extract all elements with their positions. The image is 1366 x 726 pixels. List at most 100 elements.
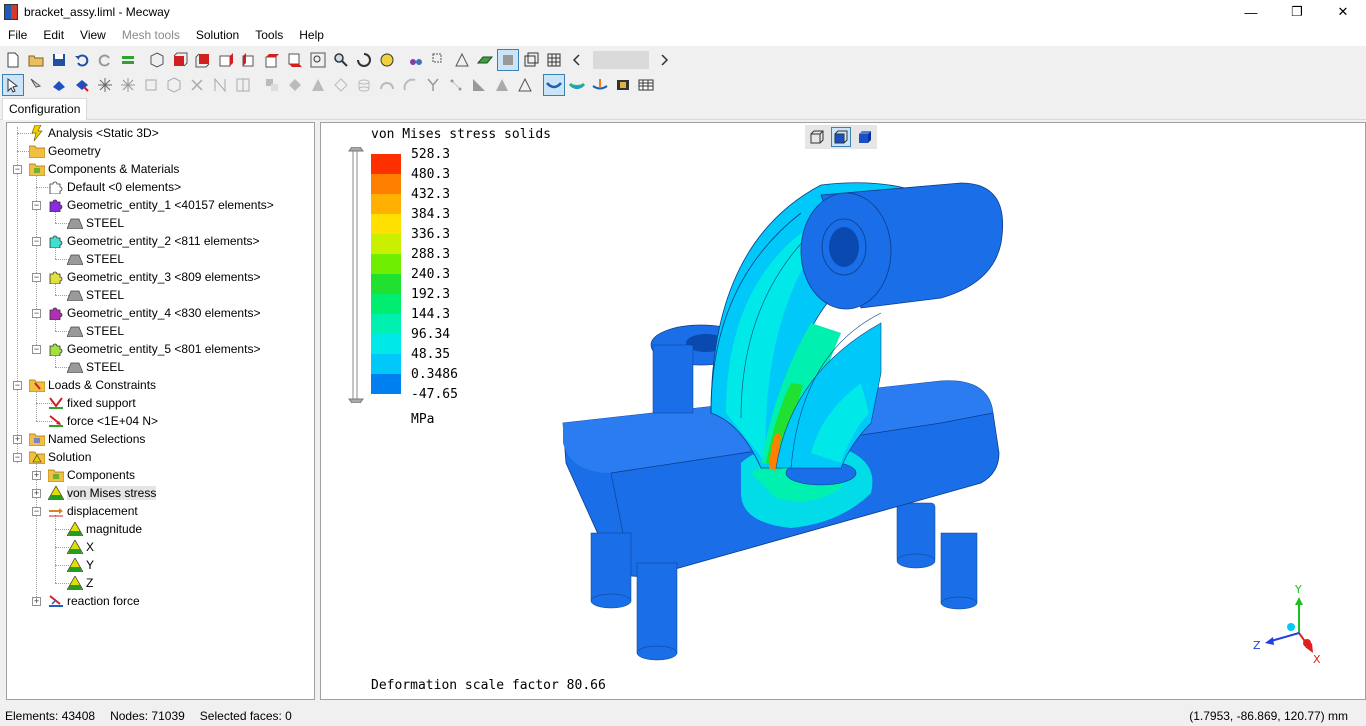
expander-named-selections[interactable]: + xyxy=(13,435,22,444)
menu-file[interactable]: File xyxy=(0,24,35,46)
box-icon[interactable] xyxy=(140,74,162,96)
rotate-icon[interactable] xyxy=(353,49,375,71)
tree-y[interactable]: Y xyxy=(67,556,94,574)
edges-icon[interactable] xyxy=(451,49,473,71)
scroll-left-icon[interactable] xyxy=(566,49,588,71)
menu-mesh-tools[interactable]: Mesh tools xyxy=(114,24,188,46)
split-icon[interactable] xyxy=(209,74,231,96)
bracket-model[interactable]: Y X Z xyxy=(321,123,1365,699)
tree-entity-3-material[interactable]: STEEL xyxy=(67,286,124,304)
undo-icon[interactable] xyxy=(71,49,93,71)
view-back-icon[interactable] xyxy=(192,49,214,71)
menu-help[interactable]: Help xyxy=(291,24,332,46)
tab-configuration[interactable]: Configuration xyxy=(2,98,88,120)
new-file-icon[interactable] xyxy=(2,49,24,71)
tree-default[interactable]: Default <0 elements> xyxy=(48,178,181,196)
select-nodes-icon[interactable] xyxy=(25,74,47,96)
tree-force[interactable]: force <1E+04 N> xyxy=(48,412,158,430)
tree-entity-4[interactable]: Geometric_entity_4 <830 elements> xyxy=(48,304,260,322)
expander-entity-3[interactable]: − xyxy=(32,273,41,282)
expander-solution-components[interactable]: + xyxy=(32,471,41,480)
tree-fixed-support[interactable]: fixed support xyxy=(48,394,136,412)
scroll-right-icon[interactable] xyxy=(653,49,675,71)
film-icon[interactable] xyxy=(612,74,634,96)
expander-displacement[interactable]: − xyxy=(32,507,41,516)
close-button[interactable]: ✕ xyxy=(1320,0,1366,24)
tree-entity-2[interactable]: Geometric_entity_2 <811 elements> xyxy=(48,232,260,250)
tree-entity-1-material[interactable]: STEEL xyxy=(67,214,124,232)
tree-analysis[interactable]: Analysis <Static 3D> xyxy=(29,124,159,142)
tree-solution[interactable]: Solution xyxy=(29,448,91,466)
expander-entity-4[interactable]: − xyxy=(32,309,41,318)
maximize-button[interactable]: ❐ xyxy=(1274,0,1320,24)
select-arrow-icon[interactable] xyxy=(2,74,24,96)
result-contour-icon[interactable] xyxy=(566,74,588,96)
pan-icon[interactable] xyxy=(376,49,398,71)
explode-icon[interactable] xyxy=(94,74,116,96)
zoom-icon[interactable] xyxy=(330,49,352,71)
mesh-tool-11-icon[interactable] xyxy=(491,74,513,96)
mesh-tool-5-icon[interactable] xyxy=(353,74,375,96)
display-options-icon[interactable] xyxy=(428,49,450,71)
tree-entity-2-material[interactable]: STEEL xyxy=(67,250,124,268)
tree-entity-1[interactable]: Geometric_entity_1 <40157 elements> xyxy=(48,196,274,214)
tree-von-mises[interactable]: von Mises stress xyxy=(48,484,157,502)
minimize-button[interactable]: — xyxy=(1228,0,1274,24)
expander-entity-1[interactable]: − xyxy=(32,201,41,210)
tree-entity-3[interactable]: Geometric_entity_3 <809 elements> xyxy=(48,268,260,286)
expander-von-mises[interactable]: + xyxy=(32,489,41,498)
expander-solution[interactable]: − xyxy=(13,453,22,462)
view-front-icon[interactable] xyxy=(169,49,191,71)
surface-icon[interactable] xyxy=(474,49,496,71)
select-elements-icon[interactable] xyxy=(71,74,93,96)
delete-icon[interactable] xyxy=(186,74,208,96)
select-faces-icon[interactable] xyxy=(48,74,70,96)
menu-tools[interactable]: Tools xyxy=(247,24,291,46)
menu-edit[interactable]: Edit xyxy=(35,24,72,46)
mesh-tool-4-icon[interactable] xyxy=(330,74,352,96)
wireframe-icon[interactable] xyxy=(520,49,542,71)
select-mode-icon[interactable] xyxy=(405,49,427,71)
solve-icon[interactable] xyxy=(117,49,139,71)
result-animate-icon[interactable] xyxy=(589,74,611,96)
expander-entity-5[interactable]: − xyxy=(32,345,41,354)
tree-components-materials[interactable]: Components & Materials xyxy=(29,160,179,178)
model-viewport[interactable]: von Mises stress solids 528.3 480.3 432.… xyxy=(320,122,1366,700)
tree-loads-constraints[interactable]: Loads & Constraints xyxy=(29,376,156,394)
refine-icon[interactable] xyxy=(117,74,139,96)
tree-entity-5-material[interactable]: STEEL xyxy=(67,358,124,376)
mesh-tool-12-icon[interactable] xyxy=(514,74,536,96)
mesh-tool-9-icon[interactable] xyxy=(445,74,467,96)
zoom-fit-icon[interactable] xyxy=(307,49,329,71)
merge-icon[interactable] xyxy=(232,74,254,96)
mesh-tool-1-icon[interactable] xyxy=(261,74,283,96)
mesh-view-icon[interactable] xyxy=(543,49,565,71)
tree-reaction-force[interactable]: reaction force xyxy=(48,592,140,610)
menu-solution[interactable]: Solution xyxy=(188,24,247,46)
tree-named-selections[interactable]: Named Selections xyxy=(29,430,145,448)
expander-loads[interactable]: − xyxy=(13,381,22,390)
tree-displacement[interactable]: displacement xyxy=(48,502,138,520)
toolbar-scroll[interactable] xyxy=(593,51,649,69)
redo-icon[interactable] xyxy=(94,49,116,71)
mesh-tool-3-icon[interactable] xyxy=(307,74,329,96)
tree-magnitude[interactable]: magnitude xyxy=(67,520,142,538)
solid-view-icon[interactable] xyxy=(497,49,519,71)
cube-icon[interactable] xyxy=(163,74,185,96)
tree-entity-5[interactable]: Geometric_entity_5 <801 elements> xyxy=(48,340,260,358)
mesh-tool-10-icon[interactable] xyxy=(468,74,490,96)
view-right-icon[interactable] xyxy=(238,49,260,71)
expander-components-materials[interactable]: − xyxy=(13,165,22,174)
mesh-tool-8-icon[interactable] xyxy=(422,74,444,96)
mesh-tool-7-icon[interactable] xyxy=(399,74,421,96)
tree-entity-4-material[interactable]: STEEL xyxy=(67,322,124,340)
view-top-icon[interactable] xyxy=(261,49,283,71)
open-folder-icon[interactable] xyxy=(25,49,47,71)
result-deformed-icon[interactable] xyxy=(543,74,565,96)
table-icon[interactable] xyxy=(635,74,657,96)
expander-entity-2[interactable]: − xyxy=(32,237,41,246)
expander-reaction-force[interactable]: + xyxy=(32,597,41,606)
tree-x[interactable]: X xyxy=(67,538,94,556)
save-icon[interactable] xyxy=(48,49,70,71)
view-left-icon[interactable] xyxy=(215,49,237,71)
